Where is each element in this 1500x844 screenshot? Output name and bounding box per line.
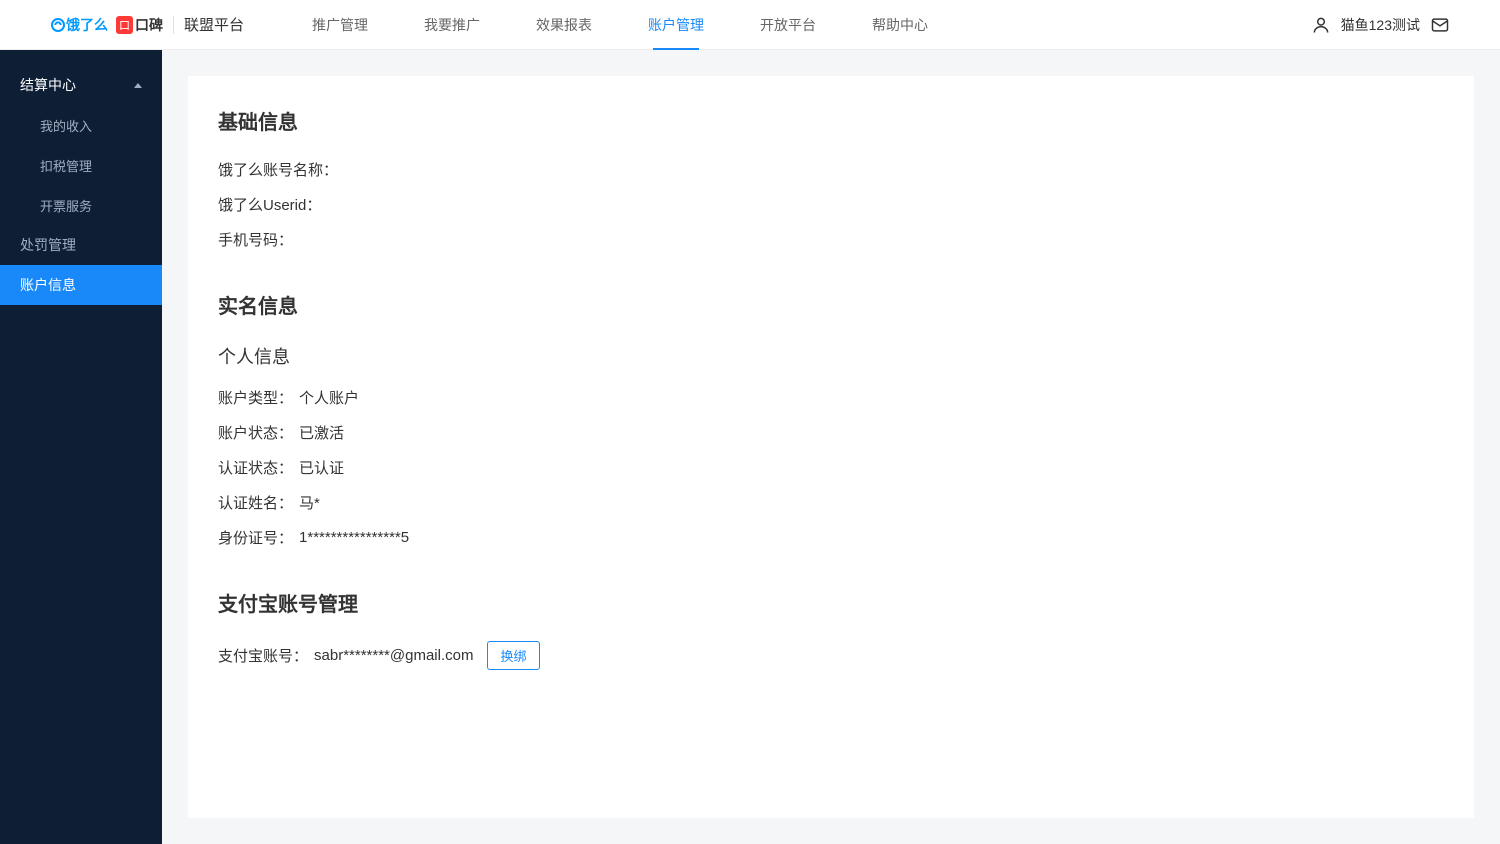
personal-info-title: 个人信息	[218, 343, 1444, 369]
alipay-value: sabr********@gmail.com	[314, 647, 473, 664]
realname-title: 实名信息	[218, 290, 1444, 319]
sidebar-sub-tax[interactable]: 扣税管理	[0, 145, 162, 185]
body-layout: 结算中心 我的收入 扣税管理 开票服务 处罚管理 账户信息 基础信息 饿了么账号…	[0, 50, 1500, 844]
info-label: 账户类型：	[218, 387, 293, 408]
info-value: 1****************5	[299, 529, 409, 546]
nav-promotion-manage[interactable]: 推广管理	[284, 0, 396, 50]
eleme-logo: 饿了么	[50, 15, 108, 35]
sidebar-sub-income[interactable]: 我的收入	[0, 105, 162, 145]
nav-account-manage[interactable]: 账户管理	[620, 0, 732, 50]
username-label[interactable]: 猫鱼123测试	[1341, 15, 1420, 35]
top-header: 饿了么 口 口碑 联盟平台 推广管理 我要推广 效果报表 账户管理 开放平台 帮…	[0, 0, 1500, 50]
basic-info-title: 基础信息	[218, 106, 1444, 135]
nav-want-promote[interactable]: 我要推广	[396, 0, 508, 50]
main-nav: 推广管理 我要推广 效果报表 账户管理 开放平台 帮助中心	[284, 0, 956, 50]
sidebar-sub-invoice[interactable]: 开票服务	[0, 185, 162, 225]
alipay-row: 支付宝账号： sabr********@gmail.com 换绑	[218, 641, 1444, 670]
koubei-logo-text: 口碑	[135, 15, 163, 35]
info-row: 饿了么账号名称：	[218, 159, 1444, 180]
header-right: 猫鱼123测试	[1311, 15, 1450, 35]
info-value: 马*	[299, 492, 320, 513]
eleme-logo-text: 饿了么	[66, 15, 108, 35]
info-label: 饿了么Userid：	[218, 194, 321, 215]
koubei-logo: 口 口碑	[116, 15, 163, 35]
nav-help-center[interactable]: 帮助中心	[844, 0, 956, 50]
info-row: 认证姓名： 马*	[218, 492, 1444, 513]
user-icon[interactable]	[1311, 15, 1331, 35]
sidebar-group-title: 结算中心	[20, 75, 76, 95]
info-label: 饿了么账号名称：	[218, 159, 338, 180]
realname-section: 实名信息 个人信息 账户类型： 个人账户 账户状态： 已激活 认证状态： 已认证…	[218, 290, 1444, 548]
info-row: 身份证号： 1****************5	[218, 527, 1444, 548]
info-row: 认证状态： 已认证	[218, 457, 1444, 478]
sidebar: 结算中心 我的收入 扣税管理 开票服务 处罚管理 账户信息	[0, 50, 162, 844]
basic-info-section: 基础信息 饿了么账号名称： 饿了么Userid： 手机号码：	[218, 106, 1444, 250]
info-row: 账户类型： 个人账户	[218, 387, 1444, 408]
content-card: 基础信息 饿了么账号名称： 饿了么Userid： 手机号码： 实名信息 个人信息	[188, 76, 1474, 818]
chevron-up-icon	[134, 83, 142, 88]
alipay-section: 支付宝账号管理 支付宝账号： sabr********@gmail.com 换绑	[218, 588, 1444, 670]
platform-name: 联盟平台	[184, 14, 244, 35]
alipay-label: 支付宝账号：	[218, 645, 308, 666]
mail-icon[interactable]	[1430, 15, 1450, 35]
koubei-badge-icon: 口	[116, 16, 133, 34]
info-label: 认证姓名：	[218, 492, 293, 513]
alipay-title: 支付宝账号管理	[218, 588, 1444, 617]
nav-open-platform[interactable]: 开放平台	[732, 0, 844, 50]
info-value: 已认证	[299, 457, 344, 478]
info-value: 已激活	[299, 422, 344, 443]
info-label: 身份证号：	[218, 527, 293, 548]
sidebar-group-settlement[interactable]: 结算中心	[0, 65, 162, 105]
sidebar-item-account-info[interactable]: 账户信息	[0, 265, 162, 305]
info-row: 饿了么Userid：	[218, 194, 1444, 215]
logo-group[interactable]: 饿了么 口 口碑 联盟平台	[50, 14, 244, 35]
info-row: 手机号码：	[218, 229, 1444, 250]
info-row: 账户状态： 已激活	[218, 422, 1444, 443]
info-label: 认证状态：	[218, 457, 293, 478]
info-label: 手机号码：	[218, 229, 293, 250]
rebind-button[interactable]: 换绑	[487, 641, 539, 670]
sidebar-item-penalty[interactable]: 处罚管理	[0, 225, 162, 265]
main-content: 基础信息 饿了么账号名称： 饿了么Userid： 手机号码： 实名信息 个人信息	[162, 50, 1500, 844]
info-label: 账户状态：	[218, 422, 293, 443]
nav-report[interactable]: 效果报表	[508, 0, 620, 50]
info-value: 个人账户	[299, 387, 359, 408]
logo-divider	[173, 16, 174, 34]
